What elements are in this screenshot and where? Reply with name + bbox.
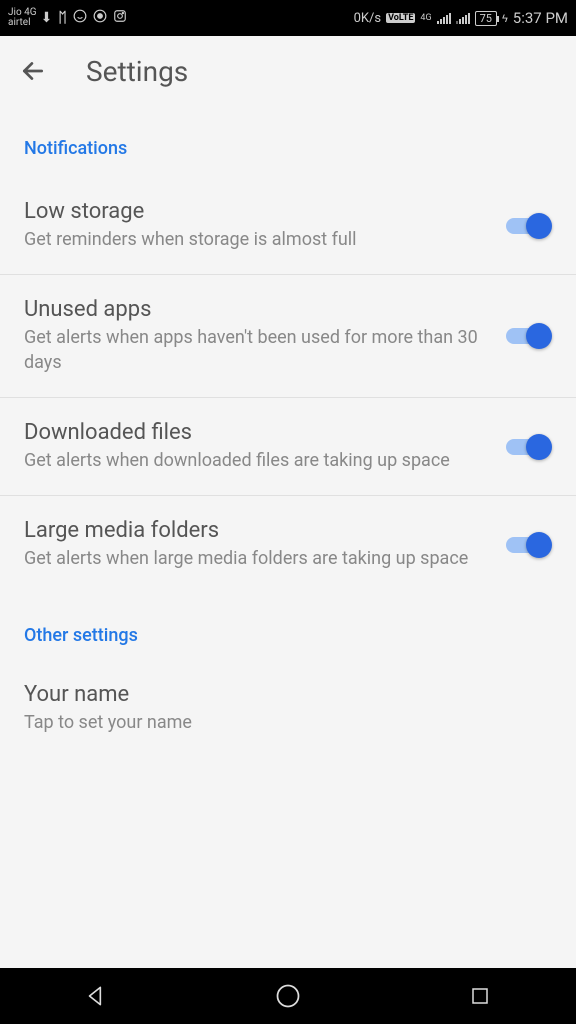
nav-home-button[interactable] — [268, 976, 308, 1016]
setting-title: Your name — [24, 682, 536, 707]
page-title: Settings — [86, 55, 188, 88]
clock: 5:37 PM — [513, 9, 568, 27]
battery-icon: 75 — [475, 11, 497, 26]
section-header-notifications: Notifications — [0, 106, 576, 177]
section-header-other: Other settings — [0, 593, 576, 664]
setting-subtitle: Tap to set your name — [24, 711, 536, 735]
setting-downloaded-files[interactable]: Downloaded files Get alerts when downloa… — [0, 398, 576, 496]
setting-subtitle: Get alerts when downloaded files are tak… — [24, 449, 490, 473]
setting-text: Low storage Get reminders when storage i… — [24, 199, 506, 252]
signal-icon-2 — [456, 12, 470, 24]
nav-back-button[interactable] — [76, 976, 116, 1016]
toggle-downloaded-files[interactable] — [506, 433, 552, 461]
setting-subtitle: Get alerts when large media folders are … — [24, 547, 490, 571]
charging-icon: ϟ — [502, 12, 508, 25]
setting-title: Low storage — [24, 199, 490, 224]
nav-recent-button[interactable] — [460, 976, 500, 1016]
setting-title: Large media folders — [24, 518, 490, 543]
carrier-label: Jio 4G airtel — [8, 8, 37, 28]
setting-text: Large media folders Get alerts when larg… — [24, 518, 506, 571]
settings-content: Notifications Low storage Get reminders … — [0, 106, 576, 758]
signal-icon — [437, 12, 451, 24]
setting-low-storage[interactable]: Low storage Get reminders when storage i… — [0, 177, 576, 275]
circle-icon — [93, 9, 107, 27]
m-icon: ᛖ — [58, 10, 66, 26]
status-bar: Jio 4G airtel ⬇ ᛖ 0K/s VoLTE 4G 75 ϟ 5:3… — [0, 0, 576, 36]
setting-text: Your name Tap to set your name — [24, 682, 552, 735]
setting-subtitle: Get reminders when storage is almost ful… — [24, 228, 490, 252]
status-left: Jio 4G airtel ⬇ ᛖ — [8, 8, 127, 28]
back-button[interactable] — [20, 58, 46, 84]
download-icon: ⬇ — [41, 10, 53, 26]
data-rate: 0K/s — [354, 11, 382, 26]
setting-text: Unused apps Get alerts when apps haven't… — [24, 297, 506, 375]
whatsapp-icon — [73, 9, 87, 27]
setting-subtitle: Get alerts when apps haven't been used f… — [24, 326, 490, 375]
setting-unused-apps[interactable]: Unused apps Get alerts when apps haven't… — [0, 275, 576, 398]
setting-your-name[interactable]: Your name Tap to set your name — [0, 664, 576, 757]
setting-title: Unused apps — [24, 297, 490, 322]
toggle-unused-apps[interactable] — [506, 322, 552, 350]
status-right: 0K/s VoLTE 4G 75 ϟ 5:37 PM — [354, 9, 568, 27]
navigation-bar — [0, 968, 576, 1024]
app-header: Settings — [0, 36, 576, 106]
toggle-low-storage[interactable] — [506, 212, 552, 240]
setting-large-media[interactable]: Large media folders Get alerts when larg… — [0, 496, 576, 593]
network-type: 4G — [420, 13, 431, 23]
instagram-icon — [113, 9, 127, 27]
toggle-large-media[interactable] — [506, 531, 552, 559]
setting-title: Downloaded files — [24, 420, 490, 445]
status-icons-left: ⬇ ᛖ — [41, 9, 127, 27]
volte-badge: VoLTE — [386, 13, 415, 23]
setting-text: Downloaded files Get alerts when downloa… — [24, 420, 506, 473]
